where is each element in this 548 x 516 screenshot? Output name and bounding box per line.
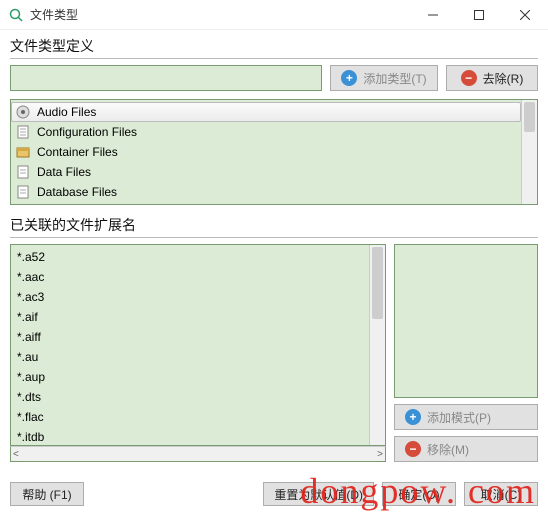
type-item-label: Audio Files xyxy=(37,105,96,119)
scroll-right-icon[interactable]: > xyxy=(377,449,383,460)
extensions-label: 已关联的文件扩展名 xyxy=(10,215,538,235)
extensions-list[interactable]: *.a52*.aac*.ac3*.aif*.aiff*.au*.aup*.dts… xyxy=(10,244,386,446)
extension-list-item[interactable]: *.aiff xyxy=(11,327,369,347)
type-item-label: Configuration Files xyxy=(37,125,137,139)
extension-list-item[interactable]: *.flac xyxy=(11,407,369,427)
scroll-left-icon[interactable]: < xyxy=(13,449,19,460)
extension-input[interactable] xyxy=(394,244,538,398)
type-list-item[interactable]: Database Files xyxy=(11,182,521,202)
config-icon xyxy=(15,124,31,140)
titlebar: 文件类型 xyxy=(0,0,548,30)
remove-pattern-button[interactable]: − 移除(M) xyxy=(394,436,538,462)
ok-button[interactable]: 确定(O) xyxy=(382,482,456,506)
plus-icon: + xyxy=(405,409,421,425)
audio-icon xyxy=(15,104,31,120)
cancel-button[interactable]: 取消(C) xyxy=(464,482,538,506)
dialog-buttons: 帮助 (F1) 重置为默认值(D) 确定(O) 取消(C) xyxy=(10,482,538,506)
plus-icon: + xyxy=(341,70,357,86)
extension-list-item[interactable]: *.itdb xyxy=(11,427,369,445)
type-item-label: Container Files xyxy=(37,145,118,159)
database-icon xyxy=(15,184,31,200)
divider xyxy=(10,58,538,59)
extension-list-item[interactable]: *.aif xyxy=(11,307,369,327)
extension-list-item[interactable]: *.ac3 xyxy=(11,287,369,307)
close-button[interactable] xyxy=(502,0,548,30)
type-item-label: Data Files xyxy=(37,165,91,179)
type-item-label: Database Files xyxy=(37,185,117,199)
ext-scrollbar[interactable] xyxy=(369,245,385,445)
type-definition-label: 文件类型定义 xyxy=(10,36,538,56)
type-list-item[interactable]: Data Files xyxy=(11,162,521,182)
maximize-button[interactable] xyxy=(456,0,502,30)
extension-list-item[interactable]: *.aup xyxy=(11,367,369,387)
type-name-input[interactable] xyxy=(10,65,322,91)
type-list-item[interactable]: Container Files xyxy=(11,142,521,162)
app-icon xyxy=(8,7,24,23)
add-type-button[interactable]: + 添加类型(T) xyxy=(330,65,438,91)
type-list-item[interactable]: Audio Files xyxy=(11,102,521,122)
minimize-button[interactable] xyxy=(410,0,456,30)
data-icon xyxy=(15,164,31,180)
extension-list-item[interactable]: *.au xyxy=(11,347,369,367)
extension-list-item[interactable]: *.aac xyxy=(11,267,369,287)
divider xyxy=(10,237,538,238)
type-list-item[interactable]: Configuration Files xyxy=(11,122,521,142)
file-types-list[interactable]: Audio Files Configuration Files Container … xyxy=(10,99,538,205)
extension-list-item[interactable]: *.dts xyxy=(11,387,369,407)
types-scrollbar[interactable] xyxy=(521,100,537,204)
minus-icon: − xyxy=(405,441,421,457)
scrollbar-thumb[interactable] xyxy=(372,247,383,319)
remove-type-button[interactable]: − 去除(R) xyxy=(446,65,538,91)
reset-defaults-button[interactable]: 重置为默认值(D) xyxy=(263,482,374,506)
ext-hscrollbar[interactable]: < > xyxy=(10,446,386,462)
add-pattern-button[interactable]: + 添加模式(P) xyxy=(394,404,538,430)
add-type-label: 添加类型(T) xyxy=(363,70,426,87)
scrollbar-thumb[interactable] xyxy=(524,102,535,132)
add-pattern-label: 添加模式(P) xyxy=(427,409,491,426)
container-icon xyxy=(15,144,31,160)
help-button[interactable]: 帮助 (F1) xyxy=(10,482,84,506)
remove-pattern-label: 移除(M) xyxy=(427,441,469,458)
minus-icon: − xyxy=(461,70,477,86)
window-title: 文件类型 xyxy=(30,6,410,23)
remove-type-label: 去除(R) xyxy=(483,70,524,87)
extension-list-item[interactable]: *.a52 xyxy=(11,247,369,267)
